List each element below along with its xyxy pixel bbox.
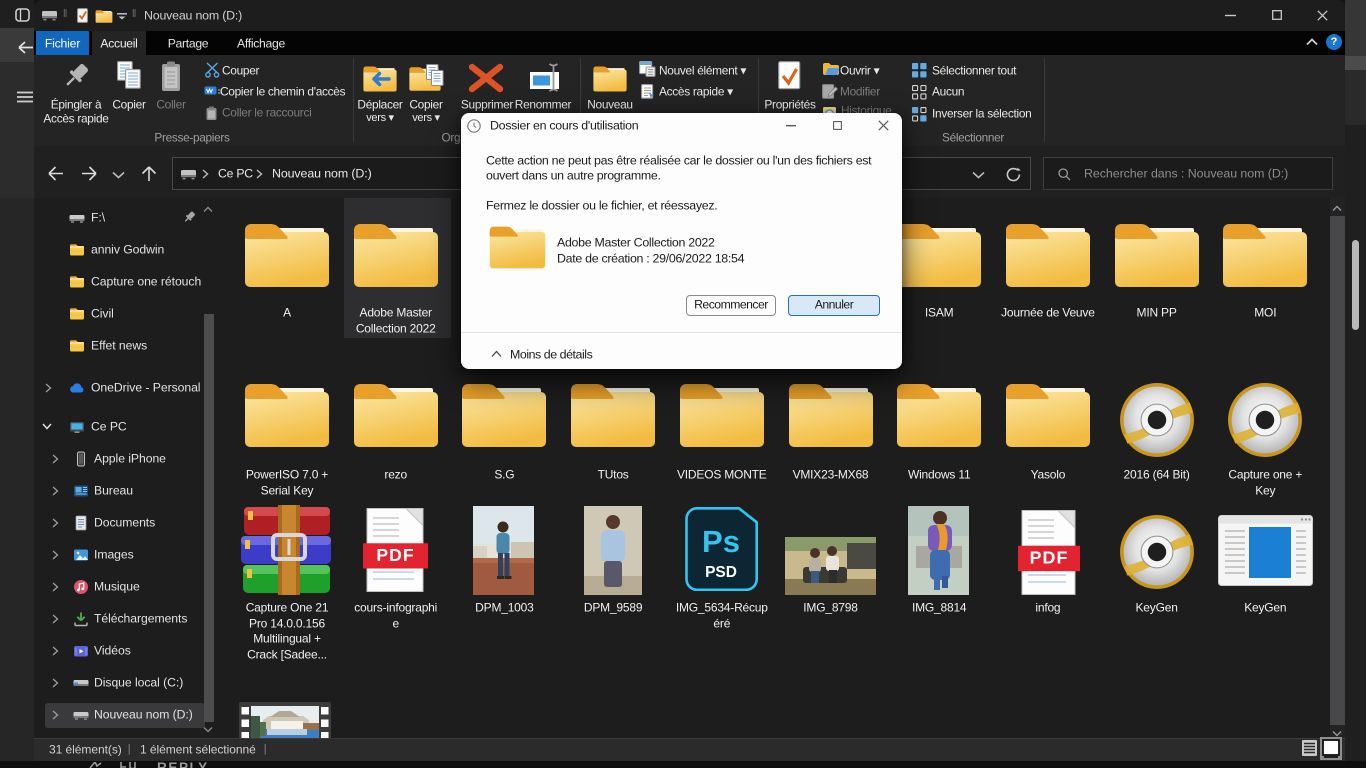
svg-text:PDF: PDF [1030,548,1069,568]
svg-text:PSD: PSD [705,564,737,581]
svg-text:Ps: Ps [702,524,740,559]
svg-text:PDF: PDF [376,545,414,565]
